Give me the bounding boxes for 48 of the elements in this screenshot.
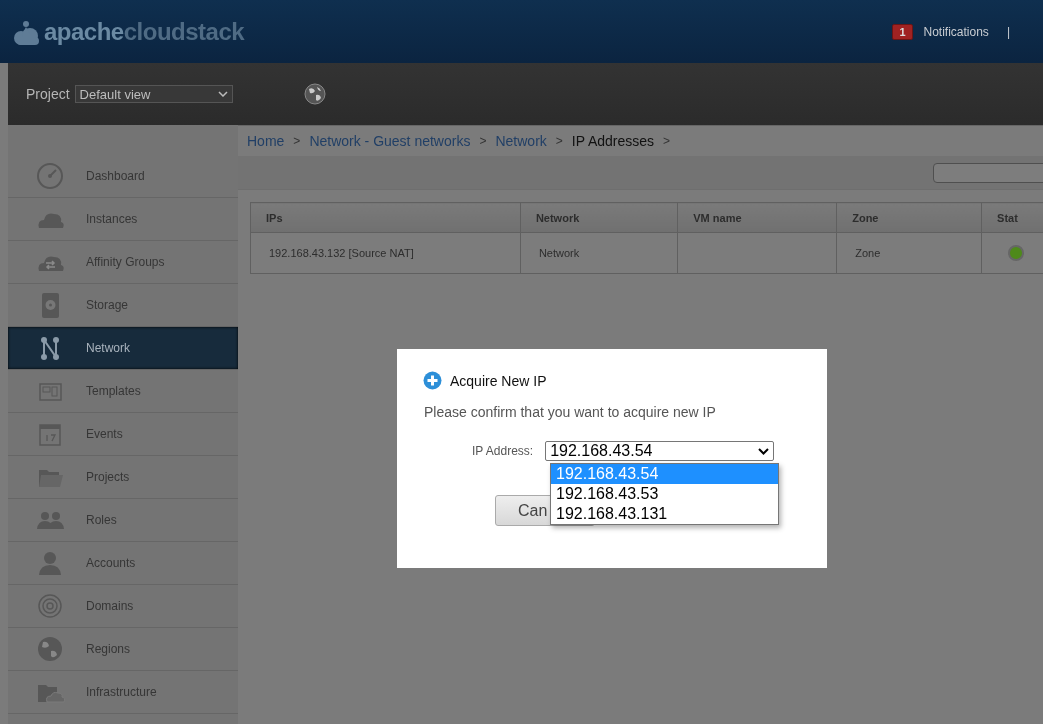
column-header[interactable]: VM name (677, 202, 837, 233)
ip-address-select[interactable]: 192.168.43.54 (545, 441, 775, 461)
sidebar-item[interactable]: Network (8, 327, 238, 370)
sidebar-item[interactable]: Regions (8, 628, 238, 671)
globe-icon (35, 634, 65, 664)
separator-text: | (1006, 24, 1010, 39)
globe-icon[interactable] (303, 83, 326, 105)
notifications-link[interactable]: Notifications (923, 24, 989, 39)
column-header[interactable]: Network (520, 202, 678, 233)
add-icon (423, 371, 442, 390)
target-icon (35, 591, 65, 621)
sidebar-item[interactable]: Instances (8, 198, 238, 241)
table-cell: Zone (836, 232, 982, 274)
table-cell: Network (520, 232, 678, 274)
logo-text: apachecloudstack (44, 17, 245, 46)
dialog-message: Please confirm that you want to acquire new IP (424, 404, 717, 420)
notification-count[interactable]: 1 (892, 23, 913, 40)
sidebar-item[interactable]: Events (8, 413, 238, 456)
breadcrumb-current: IP Addresses (571, 133, 655, 149)
sidebar-item[interactable]: Dashboard (8, 155, 238, 198)
sidebar-item[interactable]: Affinity Groups (8, 241, 238, 284)
field-label: IP Address: (472, 444, 534, 458)
column-header[interactable]: IPs (250, 202, 521, 233)
column-header[interactable]: Zone (836, 202, 982, 233)
sidebar-item[interactable]: Infrastructure (8, 671, 238, 714)
sidebar-item[interactable]: Templates (8, 370, 238, 413)
column-header[interactable]: Stat (981, 202, 1043, 233)
project-select[interactable]: Default view (74, 85, 233, 103)
chevron-down-icon (758, 447, 770, 455)
breadcrumb-link[interactable]: Home (247, 133, 285, 149)
sidebar-item[interactable]: Domains (8, 585, 238, 628)
dialog-title: Acquire New IP (450, 372, 547, 389)
breadcrumb-link[interactable]: Network (495, 133, 547, 149)
gauge-icon (35, 161, 65, 191)
table-cell: 192.168.43.132 [Source NAT] (250, 232, 521, 274)
breadcrumb-link[interactable]: Network - Guest networks (309, 133, 471, 149)
sidebar-item[interactable]: Roles (8, 499, 238, 542)
search-field[interactable] (933, 162, 1043, 183)
breadcrumb-separator: > (479, 134, 487, 148)
breadcrumb-separator: > (293, 134, 301, 148)
breadcrumb-separator: > (663, 134, 671, 148)
sidebar-item[interactable]: Projects (8, 456, 238, 499)
dropdown-option[interactable]: 192.168.43.54 (551, 464, 778, 484)
project-label: Project (26, 86, 70, 102)
status-icon (1008, 245, 1025, 261)
breadcrumb-separator: > (555, 134, 563, 148)
sidebar-item[interactable]: Accounts (8, 542, 238, 585)
chevron-down-icon (217, 91, 228, 97)
